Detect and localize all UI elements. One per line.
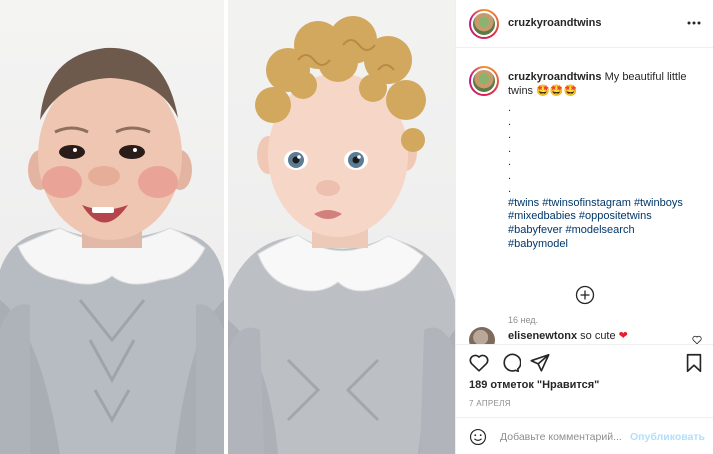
hashtag-line[interactable]: #babymodel	[508, 238, 698, 252]
caption-avatar[interactable]	[469, 66, 499, 96]
hashtag-line[interactable]: #twins #twinsofinstagram #twinboys	[508, 197, 698, 211]
hashtag-line[interactable]: #babyfever #modelsearch	[508, 224, 698, 238]
bookmark-icon[interactable]	[683, 352, 705, 374]
publish-button[interactable]: Опубликовать	[630, 431, 705, 443]
post-panel: cruzkyroandtwins cruzkyroandtwins My bea…	[455, 0, 713, 454]
caption-dot: .	[508, 169, 512, 182]
hashtag-list: #twins #twinsofinstagram #twinboys #mixe…	[508, 197, 698, 252]
comment-text: elisenewtonx so cute ❤	[508, 329, 628, 342]
author-avatar[interactable]	[469, 9, 499, 39]
baby-right-illustration	[228, 16, 455, 454]
post-date[interactable]: 7 АПРЕЛЯ	[469, 399, 511, 408]
add-comment-bar: Опубликовать	[456, 417, 713, 454]
caption-dot: .	[508, 102, 512, 114]
paper-plane-icon[interactable]	[529, 352, 551, 374]
hashtag-line[interactable]: #mixedbabies #oppositetwins	[508, 210, 698, 224]
heart-icon[interactable]	[468, 352, 490, 374]
commenter-username[interactable]: elisenewtonx	[508, 330, 577, 342]
plus-circle-icon[interactable]	[575, 285, 595, 305]
caption-username[interactable]: cruzkyroandtwins	[508, 71, 602, 83]
commenter-avatar[interactable]	[469, 327, 495, 344]
caption-dot: .	[508, 129, 512, 141]
comment-body: so cute	[580, 330, 616, 342]
caption-dot: .	[508, 142, 512, 155]
speech-bubble-icon[interactable]	[499, 352, 521, 374]
comment-item: elisenewtonx so cute ❤	[468, 326, 708, 344]
post-header: cruzkyroandtwins	[456, 0, 713, 48]
baby-left-illustration	[0, 47, 224, 454]
heart-emoji: ❤	[618, 330, 628, 342]
likes-count[interactable]: 189 отметок "Нравится"	[469, 379, 599, 391]
caption-dot: .	[508, 156, 512, 168]
comment-like-icon[interactable]	[692, 335, 702, 344]
author-username[interactable]: cruzkyroandtwins	[508, 17, 602, 29]
caption-dot: .	[508, 183, 512, 195]
comment-input[interactable]	[500, 429, 630, 445]
caption-text: cruzkyroandtwins My beautiful little twi…	[508, 70, 698, 252]
photo-right-baby	[228, 0, 455, 454]
post-photo[interactable]	[0, 0, 455, 454]
caption-time-ago[interactable]: 16 нед.	[508, 315, 538, 325]
photo-left-baby	[0, 0, 224, 454]
more-horizontal-icon[interactable]	[686, 15, 702, 31]
smiley-icon[interactable]	[469, 428, 487, 446]
caption-dot: .	[508, 115, 512, 128]
post-actions: 189 отметок "Нравится" 7 АПРЕЛЯ Опублико…	[456, 344, 713, 454]
